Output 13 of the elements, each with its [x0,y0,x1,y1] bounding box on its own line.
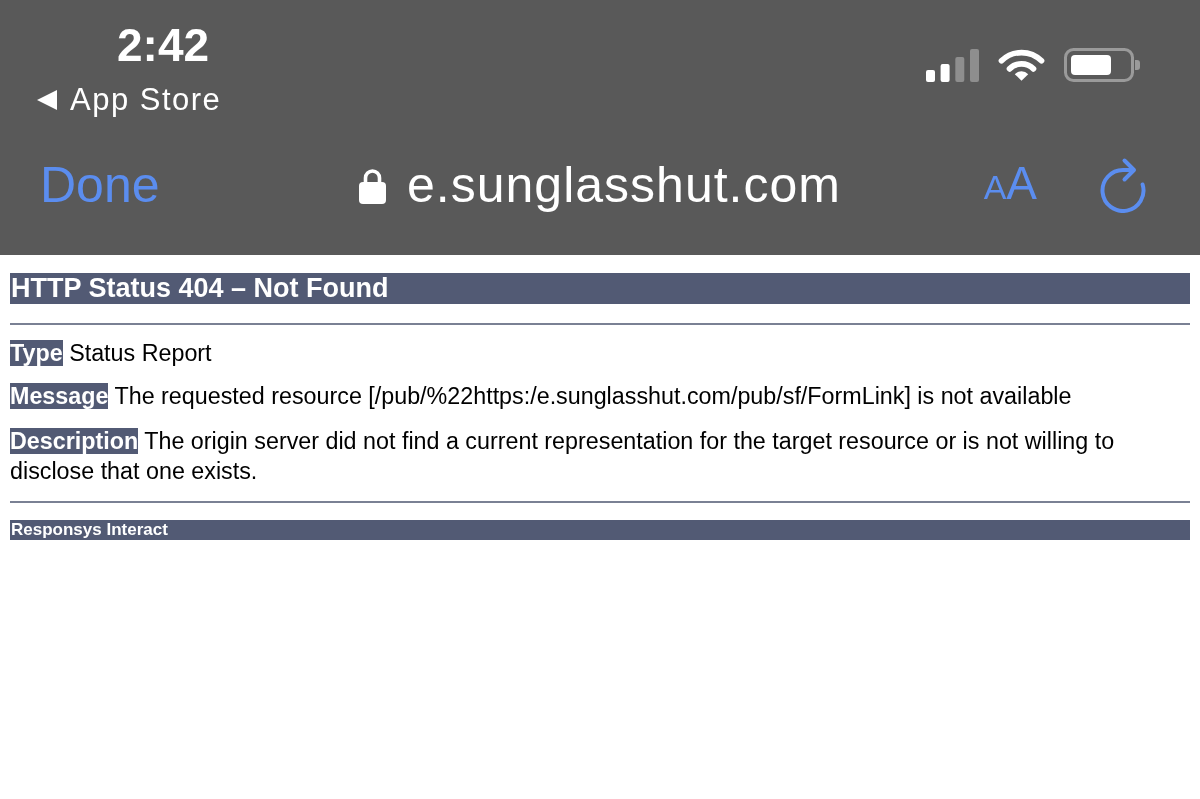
back-triangle-icon [37,89,57,110]
error-heading: HTTP Status 404 – Not Found [10,273,1190,304]
back-link[interactable]: App Store [37,84,222,115]
footer-bar: Responsys Interact [10,520,1190,540]
signal-icon [926,48,979,82]
status-time: 2:42 [117,22,210,68]
wifi-icon [998,48,1045,82]
field-text: Message The requested resource [/pub/%22https:/e.sunglasshut.com/pub/sf/FormLink] is not available [10,382,1073,411]
reload-icon[interactable] [1100,157,1146,213]
battery-icon [1064,48,1140,82]
address-text[interactable]: e.sunglasshut.com [407,160,841,210]
field-text: Type Status Report [10,339,213,368]
field-text: Description The origin server did not find a current representation for the target resource or is not willing to disclose that one exists. [10,426,1116,486]
